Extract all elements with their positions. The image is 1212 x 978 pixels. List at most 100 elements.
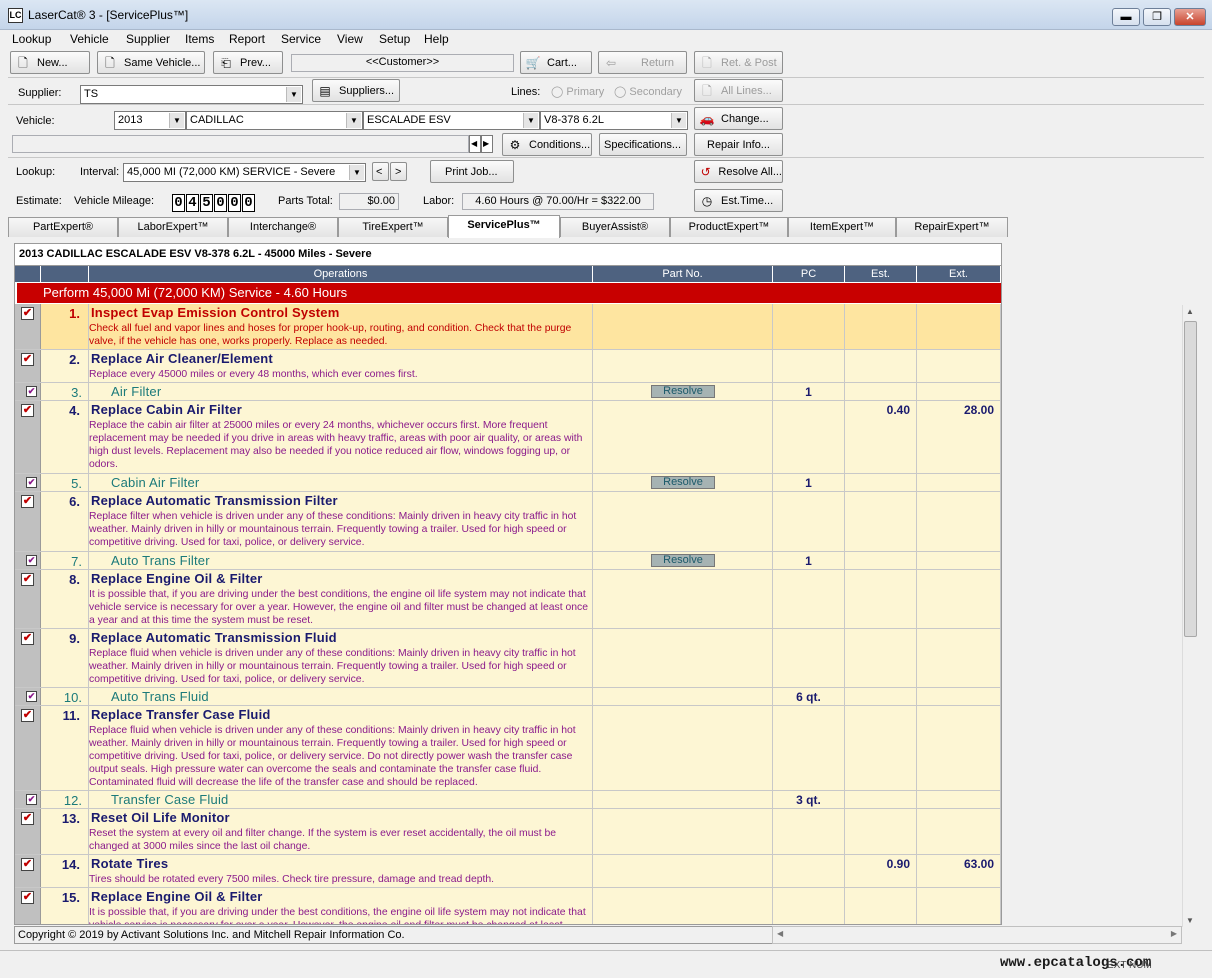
column-header-part-no[interactable]: Part No. [593, 266, 773, 282]
menu-view[interactable]: View [337, 32, 363, 46]
change-button[interactable]: 🚗 Change... [694, 107, 783, 130]
resolve-button[interactable]: Resolve [651, 554, 715, 567]
table-row[interactable]: ✔ 11. Replace Transfer Case Fluid Replac… [15, 706, 1001, 791]
scrollbar-thumb[interactable] [1184, 321, 1197, 637]
prev-button[interactable]: ⎗ Prev... [213, 51, 283, 74]
print-job-button[interactable]: Print Job... [430, 160, 514, 183]
menu-report[interactable]: Report [229, 32, 265, 46]
scroll-left-button[interactable]: ◀ [469, 135, 481, 153]
interval-next-button[interactable]: > [390, 162, 407, 181]
table-row[interactable]: ✔ 1. Inspect Evap Emission Control Syste… [15, 304, 1001, 350]
table-row[interactable]: ✔ 2. Replace Air Cleaner/Element Replace… [15, 350, 1001, 383]
scroll-right-icon[interactable]: ▶ [1171, 929, 1177, 938]
minimize-button[interactable]: ▬ [1112, 8, 1140, 26]
vertical-scrollbar[interactable]: ▲ ▼ [1182, 305, 1198, 927]
operation-title: Reset Oil Life Monitor [91, 810, 230, 825]
row-checkbox[interactable]: ✔ [21, 495, 34, 508]
interval-prev-button[interactable]: < [372, 162, 389, 181]
customer-field[interactable]: <<Customer>> [291, 54, 514, 72]
tab-tireexpert[interactable]: TireExpert™ [338, 217, 448, 237]
close-button[interactable]: ✕ [1174, 8, 1206, 26]
tab-laborexpert[interactable]: LaborExpert™ [118, 217, 228, 237]
resolve-button[interactable]: Resolve [651, 385, 715, 398]
mileage-odometer[interactable]: 0 4 5 0 0 0 [172, 194, 256, 212]
ret-post-button[interactable]: 🗋 Ret. & Post [694, 51, 783, 74]
maximize-button[interactable]: ❐ [1143, 8, 1171, 26]
tab-buyerassist[interactable]: BuyerAssist® [560, 217, 670, 237]
menu-lookup[interactable]: Lookup [12, 32, 51, 46]
row-checkbox[interactable]: ✔ [21, 709, 34, 722]
tab-partexpert[interactable]: PartExpert® [8, 217, 118, 237]
scroll-up-icon[interactable]: ▲ [1186, 307, 1194, 316]
tab-serviceplus[interactable]: ServicePlus™ [448, 215, 560, 238]
row-checkbox[interactable]: ✔ [26, 555, 37, 566]
return-button[interactable]: ⇦ Return [598, 51, 687, 74]
table-row[interactable]: ✔ 15. Replace Engine Oil & Filter It is … [15, 888, 1001, 924]
table-row[interactable]: ✔ 9. Replace Automatic Transmission Flui… [15, 629, 1001, 688]
row-checkbox[interactable]: ✔ [26, 386, 37, 397]
suppliers-button[interactable]: ▤ Suppliers... [312, 79, 400, 102]
column-header-ext[interactable]: Ext. [917, 266, 1001, 282]
row-checkbox[interactable]: ✔ [21, 353, 34, 366]
row-checkbox[interactable]: ✔ [26, 794, 37, 805]
menu-help[interactable]: Help [424, 32, 449, 46]
table-row[interactable]: ✔ 13. Reset Oil Life Monitor Reset the s… [15, 809, 1001, 855]
perform-service-bar[interactable]: Perform 45,000 Mi (72,000 KM) Service - … [17, 283, 1001, 303]
row-checkbox[interactable]: ✔ [26, 691, 37, 702]
row-checkbox[interactable]: ✔ [21, 573, 34, 586]
column-header-est[interactable]: Est. [845, 266, 917, 282]
table-row[interactable]: ✔ 5. Cabin Air Filter Resolve 1 [15, 474, 1001, 492]
column-header-pc[interactable]: PC [773, 266, 845, 282]
interval-label: Interval: [80, 166, 120, 178]
resolve-button[interactable]: Resolve [651, 476, 715, 489]
conditions-button[interactable]: ⚙ Conditions... [502, 133, 592, 156]
menu-supplier[interactable]: Supplier [126, 32, 170, 46]
model-select[interactable]: ESCALADE ESV ▼ [363, 111, 540, 130]
scroll-left-icon[interactable]: ◀ [777, 929, 783, 938]
table-row[interactable]: ✔ 3. Air Filter Resolve 1 [15, 383, 1001, 401]
menu-vehicle[interactable]: Vehicle [70, 32, 109, 46]
primary-radio[interactable]: ◯ Primary [551, 85, 604, 98]
row-checkbox[interactable]: ✔ [21, 858, 34, 871]
table-row[interactable]: ✔ 14. Rotate Tires Tires should be rotat… [15, 855, 1001, 888]
chevron-down-icon: ▼ [169, 113, 184, 128]
table-row[interactable]: ✔ 10. Auto Trans Fluid 6 qt. [15, 688, 1001, 706]
menu-items[interactable]: Items [185, 32, 214, 46]
menu-service[interactable]: Service [281, 32, 321, 46]
supplier-select[interactable]: TS ▼ [80, 85, 303, 104]
horizontal-scrollbar[interactable]: ◀ ▶ [772, 926, 1182, 944]
tab-repairexpert[interactable]: RepairExpert™ [896, 217, 1008, 237]
resolve-all-button[interactable]: ↺ Resolve All... [694, 160, 783, 183]
row-checkbox[interactable]: ✔ [21, 632, 34, 645]
column-header-operations[interactable]: Operations [89, 266, 593, 282]
make-select[interactable]: CADILLAC ▼ [186, 111, 363, 130]
row-checkbox[interactable]: ✔ [21, 307, 34, 320]
tab-productexpert[interactable]: ProductExpert™ [670, 217, 788, 237]
table-row[interactable]: ✔ 12. Transfer Case Fluid 3 qt. [15, 791, 1001, 809]
specifications-button[interactable]: Specifications... [599, 133, 687, 156]
row-checkbox[interactable]: ✔ [21, 812, 34, 825]
secondary-radio[interactable]: ◯ Secondary [614, 85, 682, 98]
scroll-down-icon[interactable]: ▼ [1186, 916, 1194, 925]
table-row[interactable]: ✔ 8. Replace Engine Oil & Filter It is p… [15, 570, 1001, 629]
lookup-label: Lookup: [16, 166, 56, 178]
est-time-button[interactable]: ◷ Est.Time... [694, 189, 783, 212]
table-row[interactable]: ✔ 7. Auto Trans Filter Resolve 1 [15, 552, 1001, 570]
row-checkbox[interactable]: ✔ [21, 404, 34, 417]
new-button[interactable]: 🗋 New... [10, 51, 90, 74]
tab-interchange[interactable]: Interchange® [228, 217, 338, 237]
repair-info-button[interactable]: Repair Info... [694, 133, 783, 156]
menu-setup[interactable]: Setup [379, 32, 410, 46]
engine-select[interactable]: V8-378 6.2L ▼ [540, 111, 688, 130]
same-vehicle-button[interactable]: 🗋 Same Vehicle... [97, 51, 205, 74]
all-lines-button[interactable]: 🗋 All Lines... [694, 79, 783, 102]
scroll-right-button[interactable]: ▶ [481, 135, 493, 153]
table-row[interactable]: ✔ 6. Replace Automatic Transmission Filt… [15, 492, 1001, 552]
interval-select[interactable]: 45,000 MI (72,000 KM) SERVICE - Severe ▼ [123, 163, 366, 182]
table-row[interactable]: ✔ 4. Replace Cabin Air Filter Replace th… [15, 401, 1001, 474]
cart-button[interactable]: 🛒 Cart... [520, 51, 592, 74]
row-checkbox[interactable]: ✔ [26, 477, 37, 488]
tab-itemexpert[interactable]: ItemExpert™ [788, 217, 896, 237]
year-select[interactable]: 2013 ▼ [114, 111, 186, 130]
row-checkbox[interactable]: ✔ [21, 891, 34, 904]
